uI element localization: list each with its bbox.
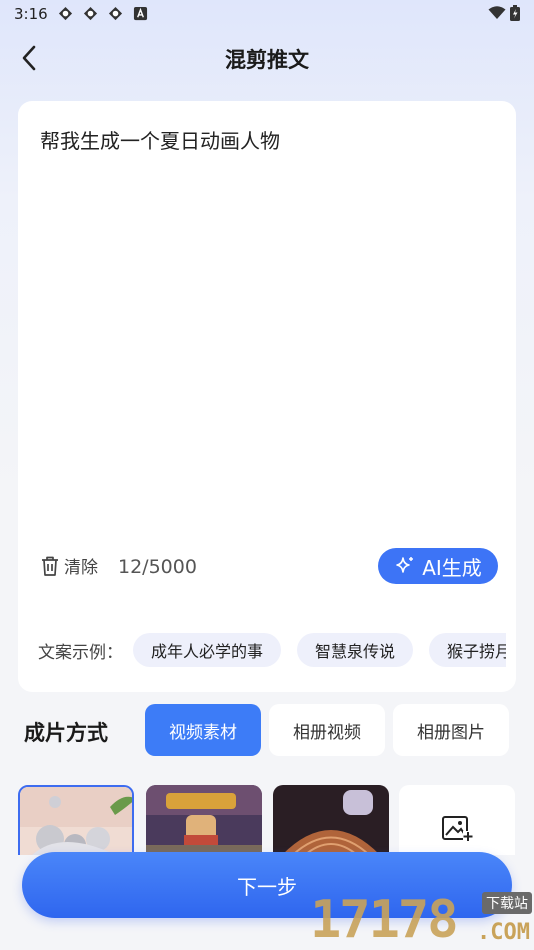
page-title: 混剪推文: [225, 48, 309, 72]
trash-icon: [42, 556, 58, 576]
clear-button[interactable]: 清除: [40, 553, 98, 578]
thumbnail-image: [146, 785, 262, 855]
example-chip[interactable]: 智慧泉传说: [297, 633, 414, 667]
material-thumbnail[interactable]: [18, 785, 134, 855]
mode-option-album-video[interactable]: 相册视频: [269, 704, 385, 756]
sparkle-icon: [396, 557, 414, 573]
examples-label: 文案示例：: [38, 642, 123, 663]
status-time: 3:16: [14, 5, 48, 23]
editor-card: 帮我生成一个夏日动画人物 清除 12/5000 AI生成 文案示例： 成年人必学…: [18, 101, 516, 692]
char-counter: 12/5000: [118, 556, 197, 578]
app-notification-icon: [108, 6, 123, 21]
battery-icon: [510, 5, 520, 21]
site-watermark: 17178 下载站 .COM: [310, 890, 534, 950]
add-image-icon: [442, 816, 473, 841]
font-notification-icon: [133, 6, 148, 21]
clear-label: 清除: [64, 558, 98, 578]
app-notification-icon: [58, 6, 73, 21]
watermark-number: 17178: [310, 890, 459, 950]
ai-generate-button[interactable]: AI生成: [378, 548, 498, 584]
mode-label: 成片方式: [24, 721, 108, 745]
material-thumbnail[interactable]: [273, 785, 389, 855]
app-header: 混剪推文: [0, 36, 534, 80]
example-chip[interactable]: 成年人必学的事: [133, 633, 282, 667]
add-material-button[interactable]: [399, 785, 515, 855]
material-thumbnail[interactable]: [146, 785, 262, 855]
status-bar: 3:16: [0, 0, 534, 28]
mode-option-album-image[interactable]: 相册图片: [393, 704, 509, 756]
mode-option-video-material[interactable]: 视频素材: [145, 704, 261, 756]
wifi-icon: [488, 6, 506, 19]
material-thumbnails: [18, 785, 518, 855]
thumbnail-image: [273, 785, 389, 855]
watermark-tag: 下载站: [482, 892, 532, 914]
watermark-suffix: .COM: [477, 920, 530, 945]
prompt-textarea[interactable]: 帮我生成一个夏日动画人物: [40, 125, 280, 154]
ai-generate-label: AI生成: [422, 555, 482, 580]
app-notification-icon: [83, 6, 98, 21]
thumbnail-image: [20, 787, 132, 855]
example-chip[interactable]: 猴子捞月亮: [429, 633, 506, 667]
mode-selector: 成片方式 视频素材 相册视频 相册图片: [0, 704, 534, 756]
example-chips-row: 文案示例： 成年人必学的事 智慧泉传说 猴子捞月亮: [38, 633, 506, 667]
